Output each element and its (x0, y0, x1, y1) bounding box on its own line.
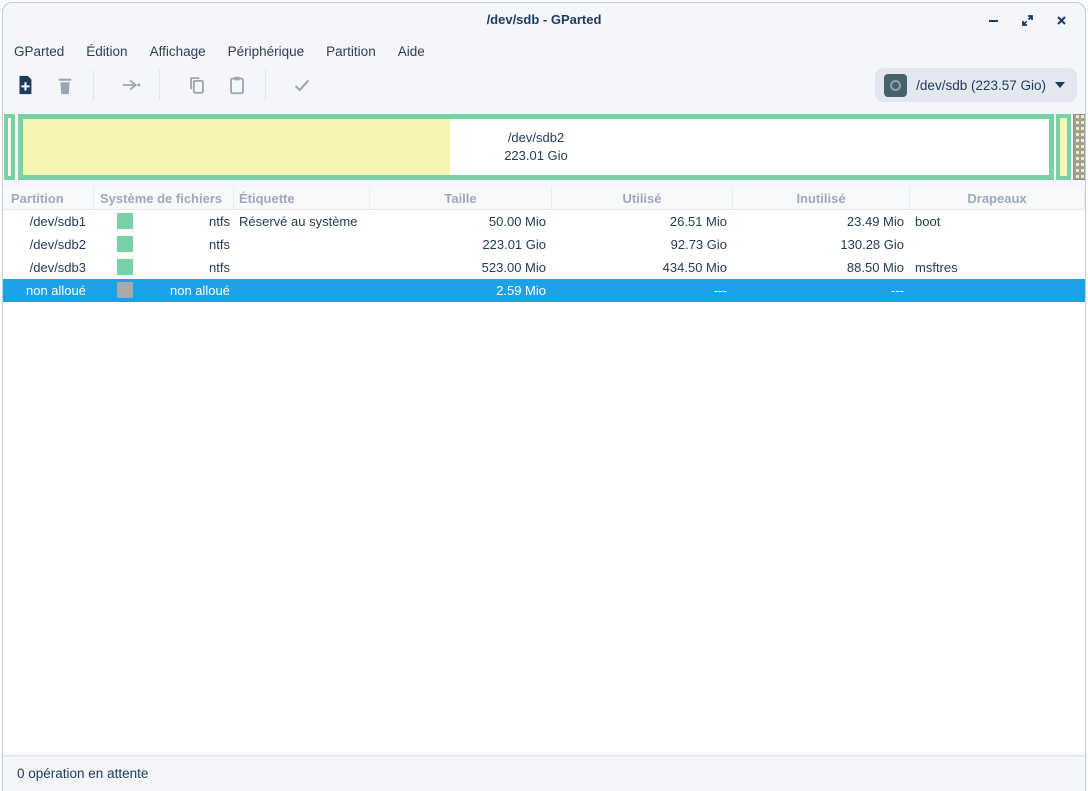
cell-size: 2.59 Mio (370, 279, 552, 302)
table-empty-area (3, 302, 1085, 755)
new-partition-button[interactable] (5, 69, 45, 101)
table-row-selected[interactable]: non alloué non alloué 2.59 Mio --- --- (3, 279, 1085, 302)
bar-segment-sdb3[interactable] (1056, 114, 1071, 180)
fs-color-swatch (117, 236, 133, 252)
header-label: Étiquette (234, 187, 370, 209)
header-flags: Drapeaux (910, 187, 1085, 209)
menu-partition[interactable]: Partition (315, 40, 387, 63)
menu-aide[interactable]: Aide (387, 40, 436, 63)
chevron-down-icon (1055, 82, 1065, 88)
cell-partition: /dev/sdb1 (3, 210, 94, 233)
table-row[interactable]: /dev/sdb1 ntfs Réservé au système 50.00 … (3, 210, 1085, 233)
table-row[interactable]: /dev/sdb2 ntfs 223.01 Gio 92.73 Gio 130.… (3, 233, 1085, 256)
resize-move-button[interactable] (111, 69, 151, 101)
bar-segment-sdb1[interactable] (4, 114, 15, 180)
header-partition: Partition (3, 187, 94, 209)
statusbar: 0 opération en attente (3, 755, 1085, 791)
cell-used: --- (552, 279, 733, 302)
cell-unused: 23.49 Mio (733, 210, 910, 233)
fs-color-swatch (117, 282, 133, 298)
cell-filesystem: ntfs (94, 233, 234, 256)
cell-filesystem: non alloué (94, 279, 234, 302)
paste-clipboard-icon (226, 74, 248, 96)
pending-operations-text: 0 opération en attente (17, 766, 148, 781)
cell-filesystem: ntfs (94, 210, 234, 233)
sdb2-bar-label: /dev/sdb2 223.01 Gio (23, 129, 1049, 165)
check-icon (291, 74, 313, 96)
resize-arrow-icon (120, 74, 142, 96)
menu-affichage[interactable]: Affichage (139, 40, 217, 63)
cell-unused: 88.50 Mio (733, 256, 910, 279)
maximize-button[interactable] (1017, 10, 1037, 30)
close-button[interactable] (1051, 10, 1071, 30)
toolbar-separator (93, 70, 94, 100)
fs-color-swatch (117, 213, 133, 229)
delete-partition-button[interactable] (45, 69, 85, 101)
cell-flags: boot (910, 210, 1085, 233)
header-unused: Inutilisé (733, 187, 910, 209)
cell-label (234, 233, 370, 256)
toolbar-separator (159, 70, 160, 100)
cell-used: 92.73 Gio (552, 233, 733, 256)
cell-flags (910, 279, 1085, 302)
bar-segment-unallocated[interactable] (1073, 114, 1086, 180)
table-row[interactable]: /dev/sdb3 ntfs 523.00 Mio 434.50 Mio 88.… (3, 256, 1085, 279)
menu-peripherique[interactable]: Périphérique (217, 40, 316, 63)
cell-partition: non alloué (3, 279, 94, 302)
maximize-icon (1021, 14, 1034, 27)
cell-partition: /dev/sdb2 (3, 233, 94, 256)
window-controls (983, 10, 1071, 30)
toolbar: /dev/sdb (223.57 Gio) (3, 65, 1085, 105)
copy-partition-button[interactable] (177, 69, 217, 101)
header-filesystem: Système de fichiers (94, 187, 234, 209)
copy-icon (186, 74, 208, 96)
minimize-button[interactable] (983, 10, 1003, 30)
menu-edition[interactable]: Édition (75, 40, 138, 63)
cell-size: 223.01 Gio (370, 233, 552, 256)
menu-gparted[interactable]: GParted (3, 40, 75, 63)
new-partition-icon (14, 74, 36, 96)
trash-icon (54, 74, 76, 96)
device-selector-label: /dev/sdb (223.57 Gio) (916, 78, 1046, 93)
window-title: /dev/sdb - GParted (3, 12, 1085, 27)
gparted-window: /dev/sdb - GParted GParted Édition Affi (2, 2, 1086, 791)
header-used: Utilisé (552, 187, 733, 209)
cell-filesystem: ntfs (94, 256, 234, 279)
minimize-icon (987, 14, 1000, 27)
cell-flags (910, 233, 1085, 256)
cell-used: 434.50 Mio (552, 256, 733, 279)
table-header: Partition Système de fichiers Étiquette … (3, 187, 1085, 210)
toolbar-separator (265, 70, 266, 100)
cell-size: 50.00 Mio (370, 210, 552, 233)
device-selector[interactable]: /dev/sdb (223.57 Gio) (875, 68, 1077, 102)
cell-size: 523.00 Mio (370, 256, 552, 279)
cell-unused: --- (733, 279, 910, 302)
cell-label (234, 256, 370, 279)
fs-color-swatch (117, 259, 133, 275)
titlebar: /dev/sdb - GParted (3, 3, 1085, 37)
cell-used: 26.51 Mio (552, 210, 733, 233)
header-size: Taille (370, 187, 552, 209)
paste-partition-button[interactable] (217, 69, 257, 101)
cell-unused: 130.28 Gio (733, 233, 910, 256)
hard-disk-icon (884, 74, 907, 97)
cell-flags: msftres (910, 256, 1085, 279)
apply-operations-button[interactable] (282, 69, 322, 101)
cell-label: Réservé au système (234, 210, 370, 233)
cell-label (234, 279, 370, 302)
menubar: GParted Édition Affichage Périphérique P… (3, 37, 1085, 65)
close-icon (1055, 14, 1068, 27)
bar-segment-sdb2[interactable]: /dev/sdb2 223.01 Gio (18, 114, 1054, 180)
disk-visual-bar: /dev/sdb2 223.01 Gio (3, 105, 1085, 187)
cell-partition: /dev/sdb3 (3, 256, 94, 279)
